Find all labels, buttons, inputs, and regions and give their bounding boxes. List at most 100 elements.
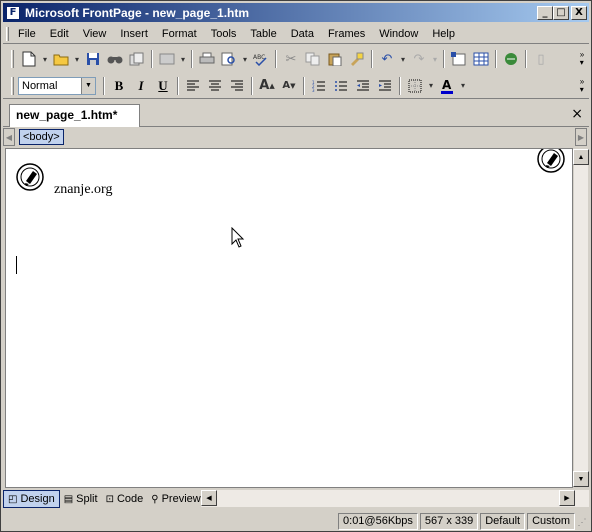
style-select-value: Normal [22,79,58,92]
separator [151,50,153,68]
tag-scroll-right-icon[interactable]: ▶ [575,128,587,146]
menu-help[interactable]: Help [425,25,462,43]
chevron-down-icon: ▼ [81,77,95,94]
bold-button[interactable]: B [108,75,130,97]
document-tab[interactable]: new_page_1.htm* [9,104,141,127]
chevron-down-icon[interactable]: ▾ [240,48,250,70]
new-page-icon[interactable] [18,48,40,70]
scroll-left-icon[interactable]: ◀ [201,490,217,506]
search-icon[interactable] [104,48,126,70]
separator [191,50,193,68]
status-mode[interactable]: Custom [527,512,575,530]
tab-split[interactable]: ▤ Split [60,490,102,508]
numbered-list-icon[interactable]: 123 [308,75,330,97]
site-logo-icon [537,149,565,173]
toolbar-grip[interactable] [11,76,14,95]
insert-table-icon[interactable] [470,48,492,70]
design-icon: ◰ [8,493,18,505]
chevron-down-icon[interactable]: ▾ [40,48,50,70]
design-editor[interactable]: znanje.org [5,148,573,488]
open-folder-icon[interactable] [50,48,72,70]
menu-grip[interactable] [6,27,9,41]
format-painter-icon[interactable] [346,48,368,70]
menu-tools[interactable]: Tools [204,25,244,43]
style-select[interactable]: Normal ▼ [18,76,96,95]
frontpage-app-icon[interactable]: F [6,5,20,20]
minimize-button[interactable]: _ [537,5,553,20]
chevron-down-icon[interactable]: ▾ [426,75,436,97]
refresh-icon[interactable]: ▯ [530,48,552,70]
menu-format[interactable]: Format [155,25,204,43]
hyperlink-icon[interactable] [500,48,522,70]
chevron-down-icon[interactable]: ▾ [458,75,468,97]
increase-indent-icon[interactable] [374,75,396,97]
toolbar-overflow-icon[interactable]: » ▾ [577,75,587,97]
scroll-right-icon[interactable]: ▶ [559,490,575,506]
title-bar: F Microsoft FrontPage - new_page_1.htm _… [3,3,589,22]
separator [399,76,401,95]
decrease-font-icon[interactable]: A ▼ [278,75,300,97]
separator [251,76,253,95]
menu-insert[interactable]: Insert [113,25,155,43]
maximize-button[interactable]: □ [553,5,569,20]
align-right-icon[interactable] [226,75,248,97]
chevron-down-icon[interactable]: ▾ [398,48,408,70]
resize-grip-icon[interactable]: ⋰ [575,514,589,528]
redo-icon[interactable]: ↷ [408,48,430,70]
align-center-icon[interactable] [204,75,226,97]
insert-component-icon[interactable] [448,48,470,70]
status-bar: 0:01@56Kbps 567 x 339 Default Custom ⋰ [3,511,589,531]
menu-data[interactable]: Data [284,25,321,43]
undo-icon[interactable]: ↶ [376,48,398,70]
align-left-icon[interactable] [182,75,204,97]
menu-edit[interactable]: Edit [43,25,76,43]
menu-file[interactable]: File [11,25,43,43]
toolbar-overflow-icon[interactable]: » ▾ [577,48,587,70]
separator [525,50,527,68]
borders-icon[interactable] [404,75,426,97]
print-preview-icon[interactable] [218,48,240,70]
folder-list-icon[interactable] [156,48,178,70]
menu-table[interactable]: Table [243,25,283,43]
status-style[interactable]: Default [480,512,526,530]
tag-scroll-left-icon[interactable]: ◀ [3,128,15,146]
increase-font-icon[interactable]: A ▲ [256,75,278,97]
scroll-down-icon[interactable]: ▼ [573,471,589,487]
underline-button[interactable]: U [152,75,174,97]
menu-window[interactable]: Window [372,25,425,43]
italic-button[interactable]: I [130,75,152,97]
code-icon: ⊡ [105,493,114,505]
scroll-up-icon[interactable]: ▲ [573,149,589,165]
tab-preview[interactable]: ⚲ Preview [147,490,204,508]
decrease-indent-icon[interactable] [352,75,374,97]
quick-tag-body[interactable]: <body> [19,129,64,145]
copy-icon[interactable] [302,48,324,70]
vertical-scrollbar[interactable]: ▲ ▼ [573,148,589,488]
close-document-icon[interactable]: × [571,106,583,122]
chevron-down-icon[interactable]: ▾ [72,48,82,70]
tab-design[interactable]: ◰ Design [3,490,60,508]
tab-code[interactable]: ⊡ Code [102,490,148,508]
menu-view[interactable]: View [76,25,114,43]
chevron-down-icon[interactable]: ▾ [178,48,188,70]
toolbar-grip[interactable] [11,50,14,68]
font-color-icon[interactable]: A [436,75,458,97]
quick-tag-selector: ◀ <body> ▶ [3,127,589,147]
chevron-down-icon[interactable]: ▾ [430,48,440,70]
close-button[interactable]: X [571,5,587,20]
bulleted-list-icon[interactable] [330,75,352,97]
paste-icon[interactable] [324,48,346,70]
tab-code-label: Code [116,493,144,505]
svg-text:3: 3 [312,88,315,92]
separator [371,50,373,68]
horizontal-scrollbar[interactable]: ◀ ▶ [201,490,589,507]
publish-icon[interactable] [126,48,148,70]
save-icon[interactable] [82,48,104,70]
spelling-icon[interactable]: ABC [250,48,272,70]
cut-icon[interactable]: ✂ [280,48,302,70]
print-icon[interactable] [196,48,218,70]
separator [495,50,497,68]
formatting-toolbar: Normal ▼ B I U A ▲ A ▼ 123 ▾ A ▾ » ▾ [3,73,589,99]
window-title: Microsoft FrontPage - new_page_1.htm [25,5,250,20]
menu-frames[interactable]: Frames [321,25,372,43]
